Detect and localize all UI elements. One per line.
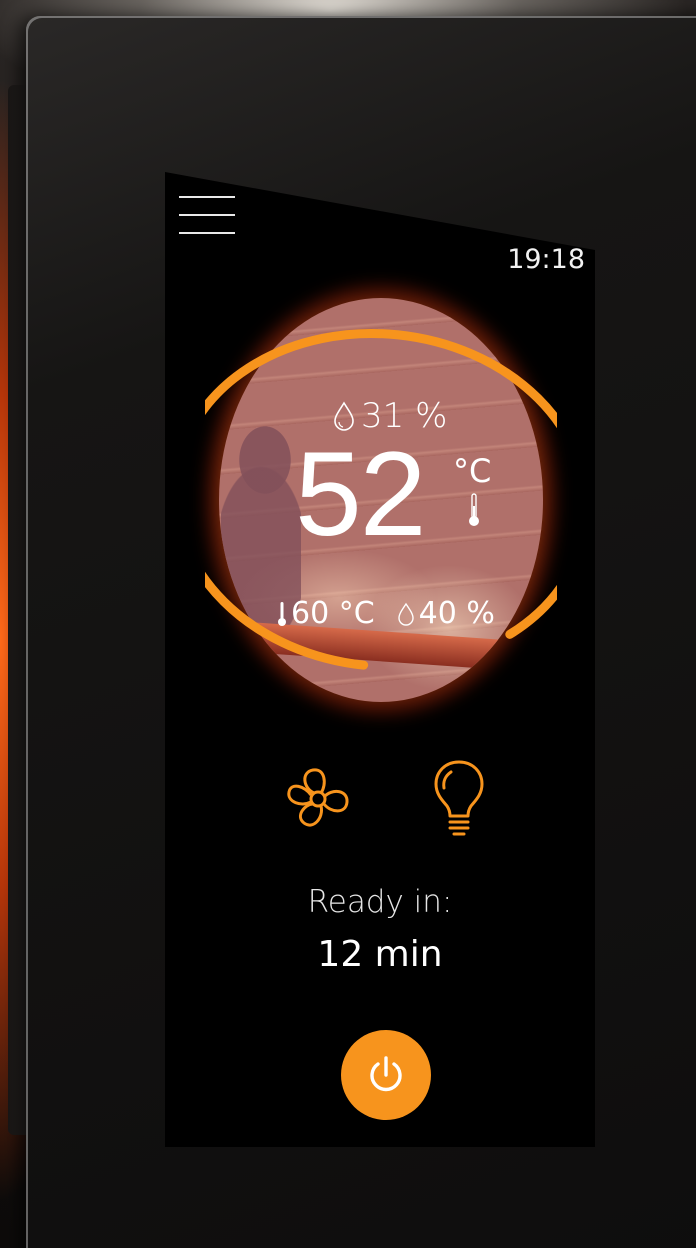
drop-small-icon bbox=[397, 602, 414, 626]
scene: 19:18 31 % 52 °C 60 °C 40 % Ready in: 12… bbox=[0, 0, 696, 1248]
touch-screen: 19:18 31 % 52 °C 60 °C 40 % Ready in: 12… bbox=[165, 172, 595, 1147]
thermometer-icon bbox=[469, 493, 479, 526]
fan-button[interactable] bbox=[281, 762, 355, 836]
controls-row bbox=[165, 760, 595, 852]
setpoint-temperature: 60 °C bbox=[291, 596, 375, 631]
setpoints-row[interactable]: 60 °C 40 % bbox=[277, 596, 495, 631]
power-icon bbox=[370, 1056, 402, 1092]
menu-icon[interactable] bbox=[179, 192, 239, 248]
light-bulb-icon bbox=[434, 760, 484, 836]
ready-in-value: 12 min bbox=[317, 934, 443, 975]
power-button[interactable] bbox=[341, 1030, 431, 1120]
setpoint-humidity: 40 % bbox=[418, 596, 495, 631]
clock-time: 19:18 bbox=[507, 244, 585, 275]
temperature-dial[interactable]: 31 % 52 °C 60 °C 40 % bbox=[205, 284, 557, 716]
temperature-unit: °C bbox=[453, 452, 492, 490]
current-temperature: 52 bbox=[295, 427, 426, 561]
light-button[interactable] bbox=[431, 756, 487, 842]
fan-icon bbox=[287, 768, 349, 827]
thermometer-small-icon bbox=[278, 601, 286, 626]
ready-in-label: Ready in: bbox=[307, 884, 453, 920]
